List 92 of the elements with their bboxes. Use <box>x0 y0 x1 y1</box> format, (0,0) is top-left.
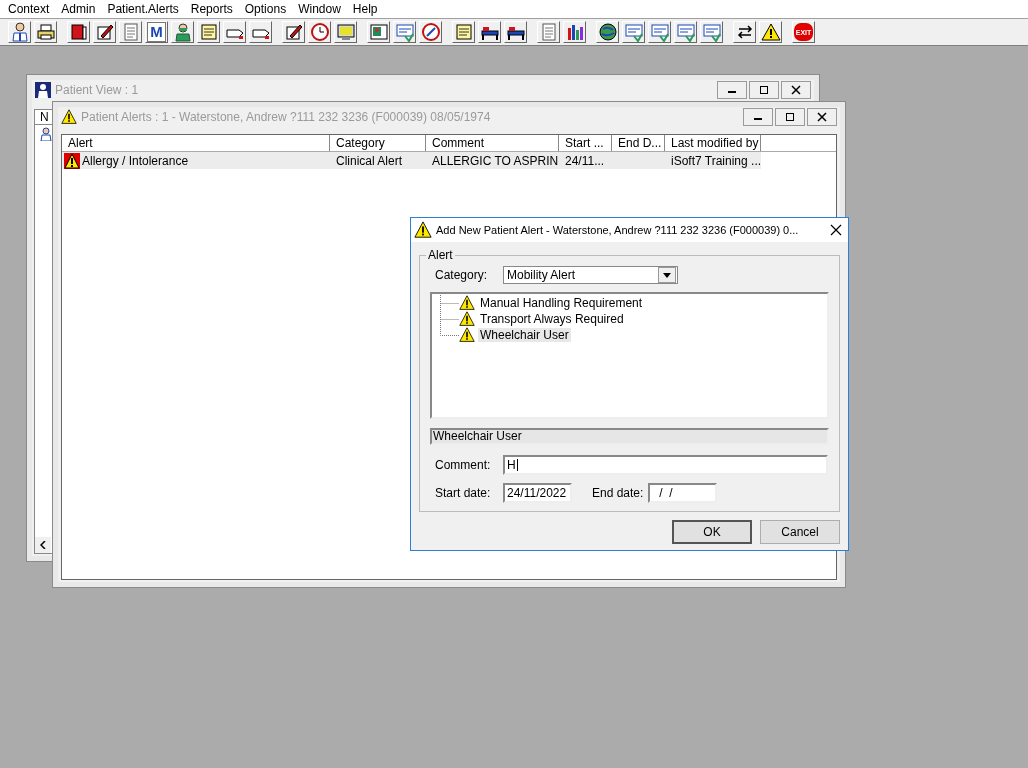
warning-icon <box>61 109 77 125</box>
picture-icon <box>368 22 389 42</box>
close-icon <box>817 112 827 122</box>
restore-button[interactable] <box>749 81 779 99</box>
toolbar-button[interactable] <box>8 21 31 43</box>
printer-icon <box>35 22 56 42</box>
toolbar-button[interactable] <box>504 21 527 43</box>
card-icon <box>394 22 415 42</box>
person-icon <box>35 82 51 98</box>
comment-label: Comment: <box>434 458 492 472</box>
dropdown-arrow-icon <box>663 272 671 278</box>
warning-icon <box>459 311 475 327</box>
tree-item[interactable]: Transport Always Required <box>478 312 626 326</box>
doctor-icon <box>172 22 193 42</box>
minimize-button[interactable] <box>743 108 773 126</box>
restore-icon <box>759 85 769 95</box>
note-icon <box>198 22 219 42</box>
category-dropdown[interactable]: Mobility Alert <box>503 266 678 284</box>
start-date-label: Start date: <box>434 486 492 500</box>
toolbar-button[interactable] <box>759 21 782 43</box>
toolbar-button[interactable] <box>308 21 331 43</box>
toolbar-button[interactable] <box>478 21 501 43</box>
end-date-label: End date: <box>592 486 645 500</box>
toolbar-button[interactable] <box>282 21 305 43</box>
start-date-field[interactable]: 24/11/2022 <box>503 483 572 503</box>
table-cell: ALLERGIC TO ASPRIN <box>432 153 559 168</box>
monitor-icon <box>335 22 356 42</box>
column-header[interactable]: Category <box>330 135 426 151</box>
menu-item[interactable]: Context <box>2 2 56 16</box>
card-icon <box>649 22 670 42</box>
close-button[interactable] <box>807 108 837 126</box>
toolbar-button[interactable] <box>67 21 90 43</box>
table-cell: 24/11... <box>565 153 605 168</box>
menu-item[interactable]: Help <box>346 2 384 16</box>
toolbar-button[interactable] <box>93 21 116 43</box>
scroll-left-button[interactable] <box>35 537 51 553</box>
column-header[interactable]: Last modified by <box>665 135 761 151</box>
menu-item[interactable]: Options <box>238 2 293 16</box>
toolbar-button[interactable] <box>171 21 194 43</box>
category-label: Category: <box>434 268 489 282</box>
person-icon <box>9 22 30 42</box>
clock-icon <box>309 22 330 42</box>
close-button[interactable] <box>781 81 811 99</box>
book-icon <box>68 22 89 42</box>
comment-field[interactable]: H <box>503 455 828 475</box>
table-cell: Allergy / Intolerance <box>82 153 189 168</box>
column-header[interactable]: End D... <box>612 135 665 151</box>
selected-alert-field: Wheelchair User <box>430 428 829 445</box>
toolbar-button[interactable] <box>596 21 619 43</box>
group-label: Alert <box>427 248 454 262</box>
globe-icon <box>597 22 618 42</box>
tree-line <box>439 295 459 311</box>
toolbar-button[interactable]: M <box>145 21 168 43</box>
column-header[interactable]: Start ... <box>559 135 612 151</box>
restore-icon <box>785 112 795 122</box>
restore-button[interactable] <box>775 108 805 126</box>
warning-icon <box>414 221 432 239</box>
pen-document-icon <box>283 22 304 42</box>
dialog-title: Add New Patient Alert - Waterstone, Andrew ?111 232 3236 (F000039) 0... <box>436 224 799 236</box>
warning-icon <box>459 327 475 343</box>
end-date-field[interactable]: / / <box>648 483 717 503</box>
warning-icon <box>459 295 475 311</box>
note-icon <box>453 22 474 42</box>
menu-item[interactable]: Admin <box>55 2 102 16</box>
toolbar-button[interactable] <box>367 21 390 43</box>
table-row[interactable]: Allergy / Intolerance Clinical Alert ALLERGIC TO ASPRIN 24/11... iSoft7 Training ... <box>62 152 761 169</box>
person-icon <box>39 127 53 141</box>
minimize-button[interactable] <box>717 81 747 99</box>
menu-item[interactable]: Patient.Alerts <box>101 2 185 16</box>
pen-document-icon <box>94 22 115 42</box>
tree-item[interactable]: Manual Handling Requirement <box>478 296 645 310</box>
close-icon <box>830 224 842 236</box>
table-cell: iSoft7 Training ... <box>671 153 762 168</box>
card-icon <box>623 22 644 42</box>
table-cell: Clinical Alert <box>336 153 403 168</box>
warning-icon <box>64 152 80 169</box>
menu-item[interactable]: Reports <box>184 2 239 16</box>
warning-icon <box>760 22 781 42</box>
dialog-button[interactable]: OK <box>672 520 752 544</box>
card-icon <box>675 22 696 42</box>
close-icon <box>791 85 801 95</box>
menu-item[interactable]: Window <box>292 2 347 16</box>
column-header[interactable]: Comment <box>426 135 559 151</box>
window-title: Patient Alerts : 1 - Waterstone, Andrew ?111 232 3236 (F000039) 08/05/1974 <box>81 110 491 124</box>
toolbar-button[interactable] <box>563 21 586 43</box>
toolbar-button[interactable] <box>34 21 57 43</box>
card-icon <box>701 22 722 42</box>
dialog-button[interactable]: Cancel <box>760 520 840 544</box>
column-header[interactable]: Alert <box>62 135 330 151</box>
toolbar-button[interactable] <box>733 21 756 43</box>
tree-item[interactable]: Wheelchair User <box>478 328 571 342</box>
window-title: Patient View : 1 <box>55 83 139 97</box>
